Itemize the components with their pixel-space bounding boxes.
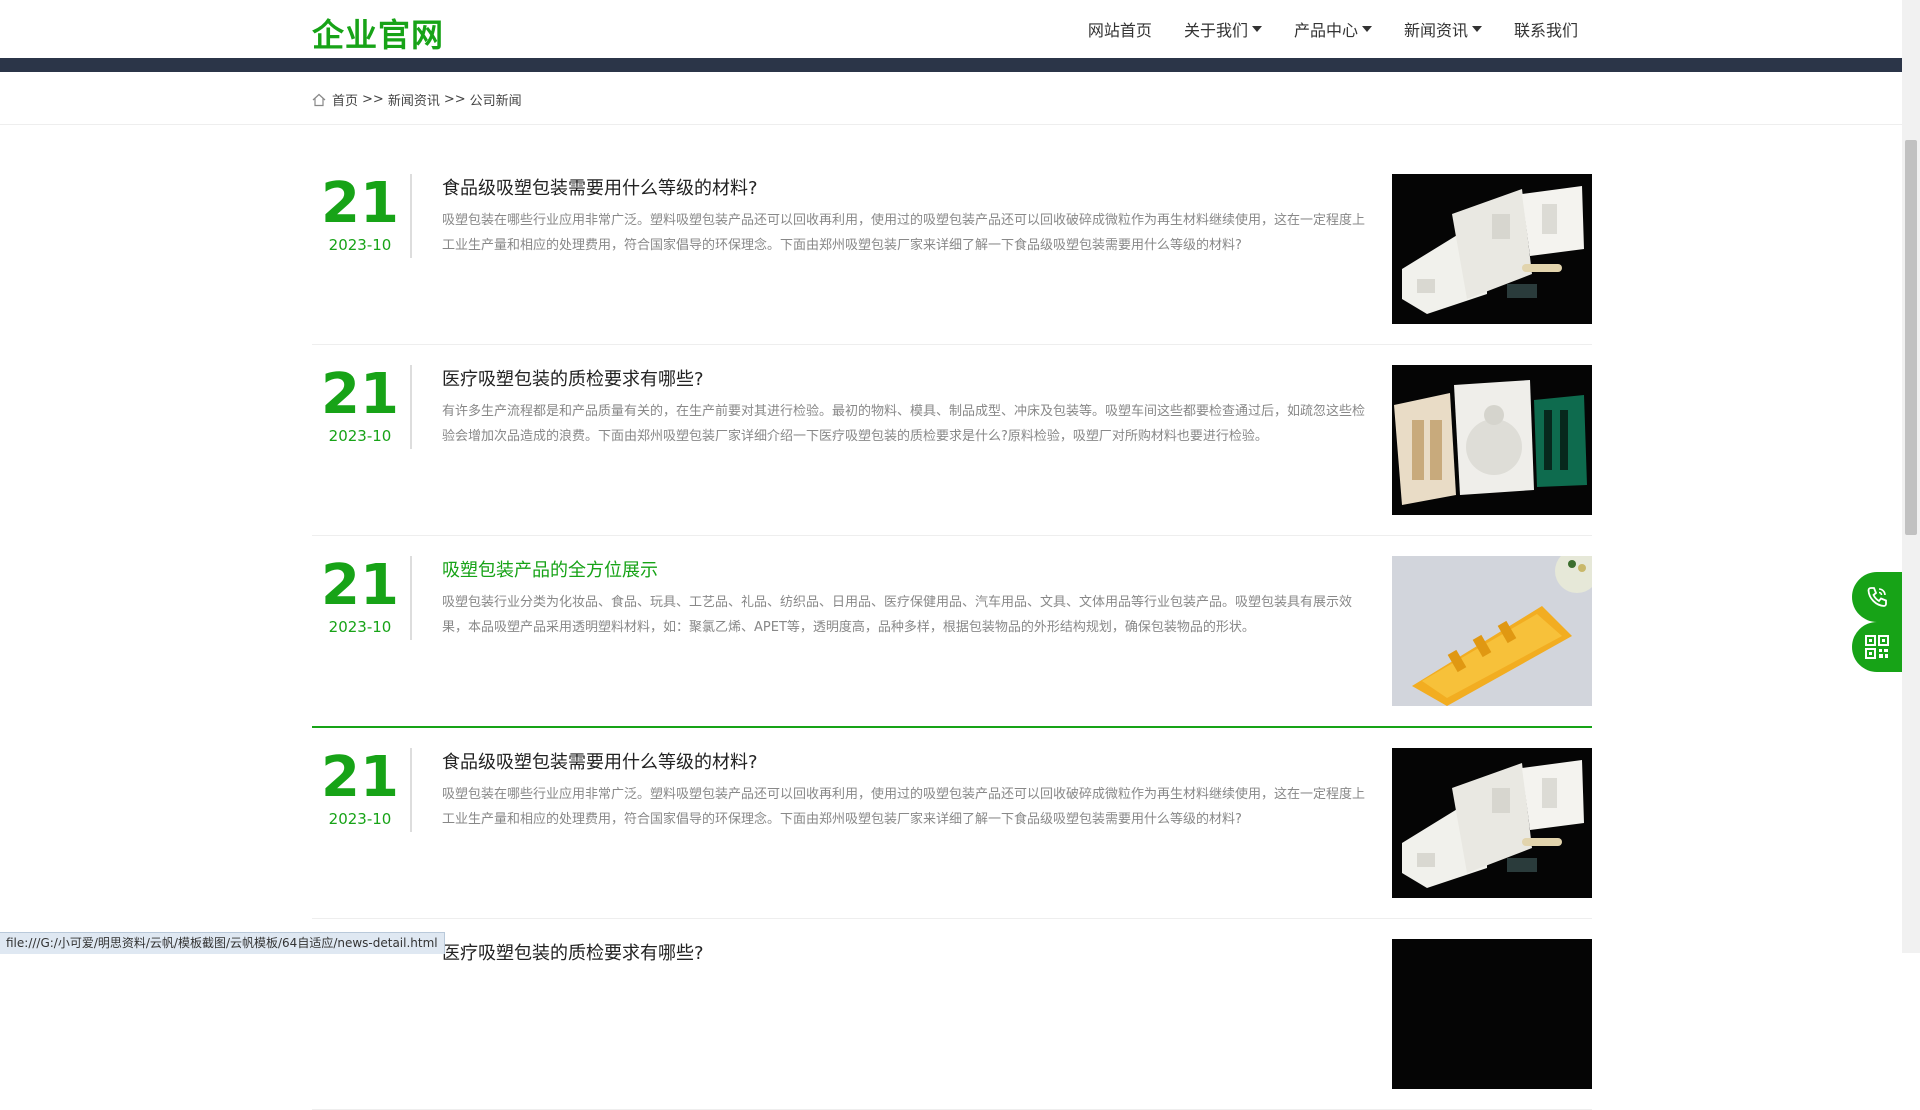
caret-down-icon [1361, 26, 1372, 32]
news-title[interactable]: 医疗吸塑包装的质检要求有哪些? [442, 941, 1366, 967]
news-item[interactable]: 21 2023-10 吸塑包装产品的全方位展示 吸塑包装行业分类为化妆品、食品、… [312, 536, 1592, 728]
news-year-month: 2023-10 [328, 810, 392, 828]
caret-down-icon [1251, 26, 1262, 32]
news-item[interactable]: 21 2023-10 医疗吸塑包装的质检要求有哪些? 有许多生产流程都是和产品质… [312, 345, 1592, 536]
nav-products[interactable]: 产品中心 [1294, 17, 1372, 41]
news-thumbnail[interactable] [1392, 365, 1592, 515]
news-summary: 有许多生产流程都是和产品质量有关的，在生产前要对其进行检验。最初的物料、模具、制… [442, 404, 1366, 444]
news-list: 21 2023-10 食品级吸塑包装需要用什么等级的材料? 吸塑包装在哪些行业应… [312, 154, 1592, 1110]
news-title[interactable]: 医疗吸塑包装的质检要求有哪些? [442, 367, 1366, 393]
news-item[interactable]: 医疗吸塑包装的质检要求有哪些? [312, 919, 1592, 1110]
news-summary [442, 973, 1366, 1023]
divider [410, 174, 412, 258]
news-year-month: 2023-10 [328, 236, 392, 254]
news-day: 21 [321, 171, 399, 236]
news-thumbnail[interactable] [1392, 748, 1592, 898]
breadcrumb-bar: 首页 >> 新闻资讯 >> 公司新闻 [0, 72, 1902, 125]
news-item[interactable]: 21 2023-10 食品级吸塑包装需要用什么等级的材料? 吸塑包装在哪些行业应… [312, 154, 1592, 345]
nav-news[interactable]: 新闻资讯 [1404, 17, 1482, 41]
news-item[interactable]: 21 2023-10 食品级吸塑包装需要用什么等级的材料? 吸塑包装在哪些行业应… [312, 728, 1592, 919]
caret-down-icon [1471, 26, 1482, 32]
news-summary: 吸塑包装在哪些行业应用非常广泛。塑料吸塑包装产品还可以回收再利用，使用过的吸塑包… [442, 787, 1366, 827]
news-date: 21 2023-10 [312, 745, 408, 829]
status-url: file:///G:/小可爱/明思资料/云帆/模板截图/云帆模板/64自适应/n… [0, 932, 445, 954]
divider [410, 365, 412, 449]
nav-about[interactable]: 关于我们 [1184, 17, 1262, 41]
news-year-month: 2023-10 [328, 427, 392, 445]
site-header: 企业官网 网站首页 关于我们 产品中心 新闻资讯 联系我们 [0, 0, 1902, 58]
breadcrumb-separator: >> [362, 92, 384, 107]
breadcrumb-home[interactable]: 首页 [332, 90, 358, 109]
breadcrumb-separator: >> [443, 92, 466, 107]
divider [410, 556, 412, 640]
news-summary: 吸塑包装行业分类为化妆品、食品、玩具、工艺品、礼品、纺织品、日用品、医疗保健用品… [442, 595, 1353, 635]
page-scrollbar[interactable] [1902, 0, 1920, 953]
nav-home[interactable]: 网站首页 [1088, 17, 1152, 41]
qrcode-button[interactable] [1852, 622, 1902, 672]
news-thumbnail[interactable] [1392, 556, 1592, 706]
banner-strip [0, 58, 1902, 72]
news-date: 21 2023-10 [312, 362, 408, 446]
news-thumbnail[interactable] [1392, 939, 1592, 1089]
news-year-month: 2023-10 [328, 618, 392, 636]
scrollbar-thumb[interactable] [1905, 140, 1917, 535]
home-icon [312, 93, 326, 106]
qrcode-icon [1865, 635, 1889, 659]
news-date: 21 2023-10 [312, 171, 408, 255]
phone-button[interactable] [1852, 572, 1902, 622]
news-title[interactable]: 食品级吸塑包装需要用什么等级的材料? [442, 750, 1366, 776]
news-title[interactable]: 吸塑包装产品的全方位展示 [442, 558, 1366, 584]
phone-icon [1867, 587, 1887, 607]
news-summary: 吸塑包装在哪些行业应用非常广泛。塑料吸塑包装产品还可以回收再利用，使用过的吸塑包… [442, 213, 1366, 253]
breadcrumb-news[interactable]: 新闻资讯 [388, 90, 440, 109]
site-logo[interactable]: 企业官网 [312, 10, 444, 56]
main-nav: 网站首页 关于我们 产品中心 新闻资讯 联系我们 [1056, 0, 1578, 58]
breadcrumb: 首页 >> 新闻资讯 >> 公司新闻 [312, 90, 522, 109]
breadcrumb-current[interactable]: 公司新闻 [470, 90, 522, 109]
news-title[interactable]: 食品级吸塑包装需要用什么等级的材料? [442, 176, 1366, 202]
news-day: 21 [321, 362, 399, 427]
divider [410, 748, 412, 832]
nav-contact[interactable]: 联系我们 [1514, 17, 1578, 41]
news-day: 21 [321, 745, 399, 810]
news-date: 21 2023-10 [312, 553, 408, 637]
news-thumbnail[interactable] [1392, 174, 1592, 324]
news-day: 21 [321, 553, 399, 618]
